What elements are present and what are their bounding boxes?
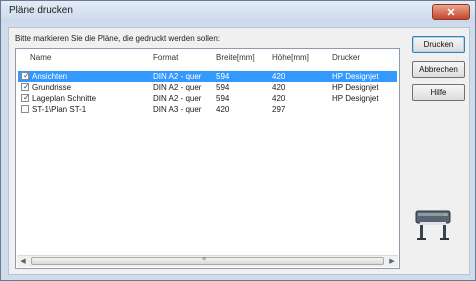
checkmark-icon: ✓ — [23, 93, 30, 102]
title-bar: Pläne drucken ✕ — [1, 1, 475, 23]
cell-width: 420 — [216, 105, 230, 114]
print-button[interactable]: Drucken — [412, 36, 465, 53]
table-row[interactable]: ✓ Lageplan Schnitte DIN A2 - quer 594 42… — [18, 93, 397, 104]
column-header-format[interactable]: Format — [153, 53, 178, 65]
help-button[interactable]: Hilfe — [412, 84, 465, 101]
cell-height: 420 — [272, 72, 286, 81]
cell-height: 420 — [272, 94, 286, 103]
row-checkbox[interactable]: ✓ — [21, 82, 30, 91]
cell-width: 594 — [216, 72, 230, 81]
column-header-width[interactable]: Breite[mm] — [216, 53, 255, 65]
cell-name: Ansichten — [32, 72, 68, 81]
close-button[interactable]: ✕ — [432, 4, 470, 20]
cell-height: 420 — [272, 83, 286, 92]
printer-plotter-icon — [415, 210, 451, 240]
cell-width: 594 — [216, 94, 230, 103]
window-title: Pläne drucken — [9, 5, 73, 16]
print-plans-dialog: Pläne drucken ✕ Bitte markieren Sie die … — [0, 0, 476, 281]
dialog-client-area: Bitte markieren Sie die Pläne, die gedru… — [8, 27, 470, 275]
plans-list[interactable]: Name Format Breite[mm] Höhe[mm] Drucker … — [15, 48, 400, 269]
scroll-right-icon[interactable]: ▶ — [386, 256, 398, 267]
scrollbar-thumb[interactable]: ≡ — [31, 256, 384, 265]
row-checkbox[interactable] — [21, 105, 29, 113]
cell-printer: HP Designjet — [332, 83, 379, 92]
column-header-name[interactable]: Name — [30, 53, 51, 65]
table-row[interactable]: ✓ Ansichten DIN A2 - quer 594 420 HP Des… — [18, 71, 397, 82]
row-checkbox[interactable]: ✓ — [21, 71, 30, 80]
checkmark-icon: ✓ — [23, 71, 30, 80]
checkmark-icon: ✓ — [23, 82, 30, 91]
cancel-button[interactable]: Abbrechen — [412, 61, 465, 78]
cell-format: DIN A3 - quer — [153, 105, 202, 114]
scroll-left-icon[interactable]: ◀ — [17, 256, 29, 267]
table-row[interactable]: ✓ Grundrisse DIN A2 - quer 594 420 HP De… — [18, 82, 397, 93]
cell-format: DIN A2 - quer — [153, 72, 202, 81]
cell-printer: HP Designjet — [332, 94, 379, 103]
column-header-height[interactable]: Höhe[mm] — [272, 53, 309, 65]
cell-height: 297 — [272, 105, 286, 114]
cell-width: 594 — [216, 83, 230, 92]
cell-name: Grundrisse — [32, 83, 72, 92]
table-row[interactable]: ST-1\Plan ST-1 DIN A3 - quer 420 297 — [18, 104, 397, 115]
cell-format: DIN A2 - quer — [153, 83, 202, 92]
cell-name: ST-1\Plan ST-1 — [32, 105, 87, 114]
cell-name: Lageplan Schnitte — [32, 94, 97, 103]
row-checkbox[interactable]: ✓ — [21, 93, 30, 102]
grip-icon: ≡ — [202, 256, 207, 263]
instruction-label: Bitte markieren Sie die Pläne, die gedru… — [15, 34, 220, 43]
column-header-printer[interactable]: Drucker — [332, 53, 360, 65]
cell-format: DIN A2 - quer — [153, 94, 202, 103]
cell-printer: HP Designjet — [332, 72, 379, 81]
horizontal-scrollbar[interactable]: ◀ ≡ ▶ — [17, 255, 398, 267]
